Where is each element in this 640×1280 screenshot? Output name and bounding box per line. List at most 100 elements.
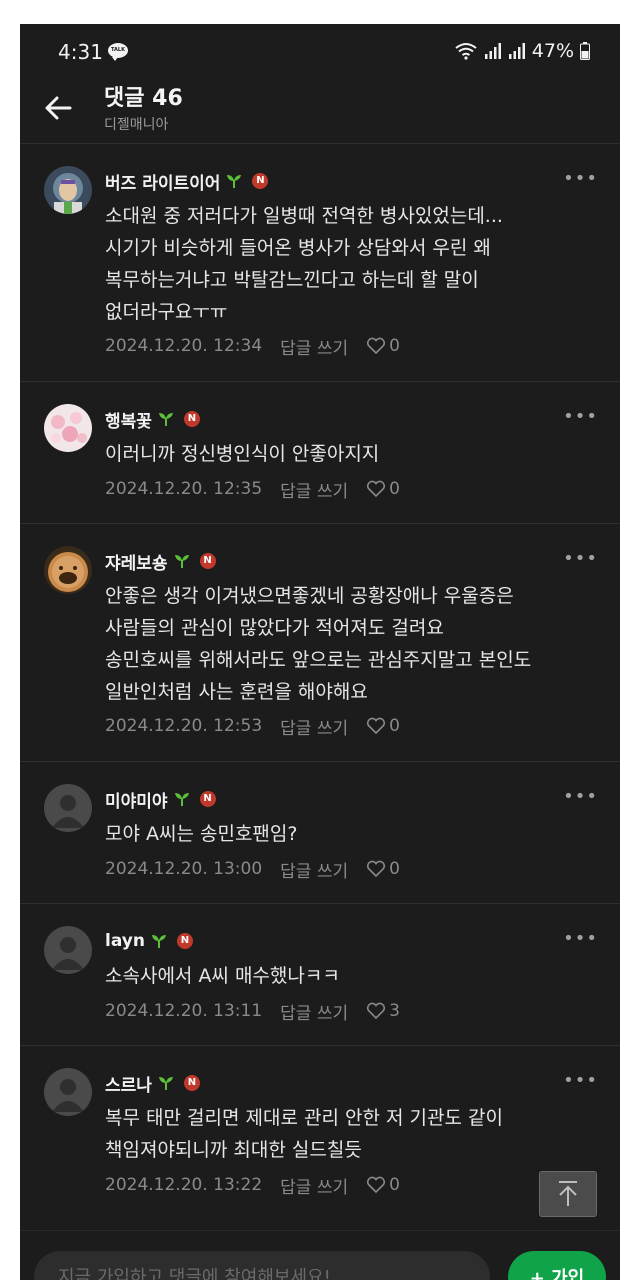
comment-date: 2024.12.20. 13:22 [105,1175,263,1195]
author-row: 행복꽃 N [105,406,200,432]
comment-item: 미야미야 N ••• 모야 A씨는 송민호팬임? 2024.12.20. 13:… [20,762,620,904]
heart-icon [367,337,386,355]
heart-icon [367,860,386,878]
signal-icon-2 [508,43,525,59]
comment-meta: 2024.12.20. 12:34 답글 쓰기 0 [105,333,400,359]
more-options-button[interactable]: ••• [563,928,598,949]
author-row: 스르나 N [105,1070,200,1096]
reply-button[interactable]: 답글 쓰기 [280,334,348,359]
author-row: 쟈레보숑 N [105,548,216,574]
back-arrow-icon [45,96,72,120]
more-options-button[interactable]: ••• [563,1070,598,1091]
new-badge: N [183,411,200,427]
new-badge: N [183,1075,200,1091]
arrow-up-icon [559,1181,577,1206]
default-profile-icon [52,1079,84,1112]
sprout-level-icon [227,175,242,188]
new-badge: N [199,553,216,569]
like-count: 0 [389,859,400,879]
reply-button[interactable]: 답글 쓰기 [280,477,348,502]
buzz-avatar-image [44,166,92,214]
author-name[interactable]: 행복꽃 [105,407,152,432]
like-button[interactable]: 0 [366,859,400,879]
like-button[interactable]: 0 [366,336,400,356]
more-options-button[interactable]: ••• [563,548,598,569]
more-options-button[interactable]: ••• [563,168,598,189]
author-name[interactable]: 미야미야 [105,787,168,812]
bottom-comment-bar: + 가입 [20,1230,620,1280]
comment-text: 모야 A씨는 송민호팬임? [105,823,298,845]
like-count: 0 [389,716,400,736]
reply-button[interactable]: 답글 쓰기 [280,857,348,882]
reply-button[interactable]: 답글 쓰기 [280,1173,348,1198]
comment-text: 이러니까 정신병인식이 안좋아지지 [105,443,380,465]
avatar[interactable] [44,546,92,594]
like-button[interactable]: 3 [366,1001,400,1021]
battery-icon [580,42,590,60]
author-name[interactable]: 버즈 라이트이어 [105,169,220,194]
default-profile-icon [52,795,84,828]
sprout-level-icon [158,413,173,426]
like-count: 3 [389,1001,400,1021]
comment-item: 쟈레보숑 N ••• 안좋은 생각 이겨냈으면좋겠네 공황장애나 우울증은 사람… [20,524,620,762]
comment-text: 안좋은 생각 이겨냈으면좋겠네 공황장애나 우울증은 사람들의 관심이 많았다가… [105,585,532,703]
avatar[interactable] [44,784,92,832]
sprout-level-icon [151,935,166,948]
author-row: 버즈 라이트이어 N [105,168,269,194]
reply-button[interactable]: 답글 쓰기 [280,999,348,1024]
like-button[interactable]: 0 [366,716,400,736]
comment-date: 2024.12.20. 12:53 [105,716,263,736]
page-title: 댓글 46 [104,86,183,111]
sprout-level-icon [174,555,189,568]
comment-date: 2024.12.20. 12:35 [105,479,263,499]
status-icons: 47% [454,40,590,62]
wifi-icon [455,43,477,60]
back-button[interactable] [40,88,80,128]
join-button[interactable]: + 가입 [508,1251,606,1280]
cafe-name[interactable]: 디젤매니아 [104,114,168,134]
like-count: 0 [389,336,400,356]
author-name[interactable]: 쟈레보숑 [105,549,168,574]
comment-item: 행복꽃 N ••• 이러니까 정신병인식이 안좋아지지 2024.12.20. … [20,382,620,524]
reply-button[interactable]: 답글 쓰기 [280,714,348,739]
kakaotalk-notification-icon: TALK [108,43,128,61]
comment-meta: 2024.12.20. 13:00 답글 쓰기 0 [105,856,400,882]
like-button[interactable]: 0 [366,479,400,499]
like-count: 0 [389,479,400,499]
more-options-button[interactable]: ••• [563,406,598,427]
comment-text: 소대원 중 저러다가 일병때 전역한 병사있었는데... 시기가 비슷하게 들어… [105,205,503,323]
comment-date: 2024.12.20. 13:11 [105,1001,263,1021]
comment-input[interactable] [34,1251,490,1280]
status-bar: 4:31 TALK 47% [20,24,620,80]
avatar[interactable] [44,926,92,974]
comment-meta: 2024.12.20. 12:35 답글 쓰기 0 [105,476,400,502]
comment-item: 스르나 N ••• 복무 태만 걸리면 제대로 관리 안한 저 기관도 같이 책… [20,1046,620,1218]
heart-icon [367,1176,386,1194]
more-options-button[interactable]: ••• [563,786,598,807]
default-profile-icon [52,937,84,970]
new-badge: N [252,173,269,189]
author-name[interactable]: 스르나 [105,1071,152,1096]
new-badge: N [176,933,193,949]
avatar[interactable] [44,166,92,214]
like-button[interactable]: 0 [366,1175,400,1195]
status-time: 4:31 [58,40,103,64]
flower-avatar-image [44,404,92,452]
bread-avatar-image [44,546,92,594]
like-count: 0 [389,1175,400,1195]
avatar[interactable] [44,1068,92,1116]
author-row: layn N [105,928,193,954]
comment-meta: 2024.12.20. 13:22 답글 쓰기 0 [105,1172,400,1198]
comment-item: layn N ••• 소속사에서 A씨 매수했나ㅋㅋ 2024.12.20. 1… [20,904,620,1046]
author-name[interactable]: layn [105,931,145,951]
heart-icon [367,480,386,498]
avatar[interactable] [44,404,92,452]
new-badge: N [199,791,216,807]
author-row: 미야미야 N [105,786,216,812]
sprout-level-icon [158,1077,173,1090]
comment-text: 소속사에서 A씨 매수했나ㅋㅋ [105,965,340,987]
sprout-level-icon [174,793,189,806]
scroll-top-button[interactable] [539,1171,597,1217]
battery-percent: 47% [531,40,574,62]
heart-icon [367,1002,386,1020]
